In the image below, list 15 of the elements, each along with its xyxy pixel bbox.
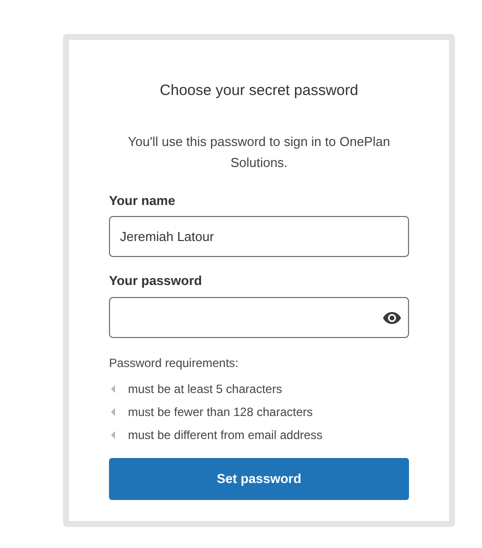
requirement-text: must be at least 5 characters [128,381,282,398]
subtitle: You'll use this password to sign in to OnePlan Solutions. [126,132,392,172]
password-field[interactable] [109,296,409,338]
name-field[interactable]: Jeremiah Latour [109,216,409,257]
triangle-icon [111,431,115,439]
eye-icon[interactable] [383,312,401,324]
set-password-button[interactable]: Set password [109,458,409,500]
requirement-text: must be fewer than 128 characters [128,404,313,421]
requirements-heading: Password requirements: [109,354,240,372]
field-label: Your password [109,272,203,290]
field-label: Your name [109,192,176,210]
triangle-icon [111,385,115,393]
triangle-icon [111,408,115,416]
page-title: Choose your secret password [160,81,358,101]
requirement-text: must be different from email address [128,427,323,444]
